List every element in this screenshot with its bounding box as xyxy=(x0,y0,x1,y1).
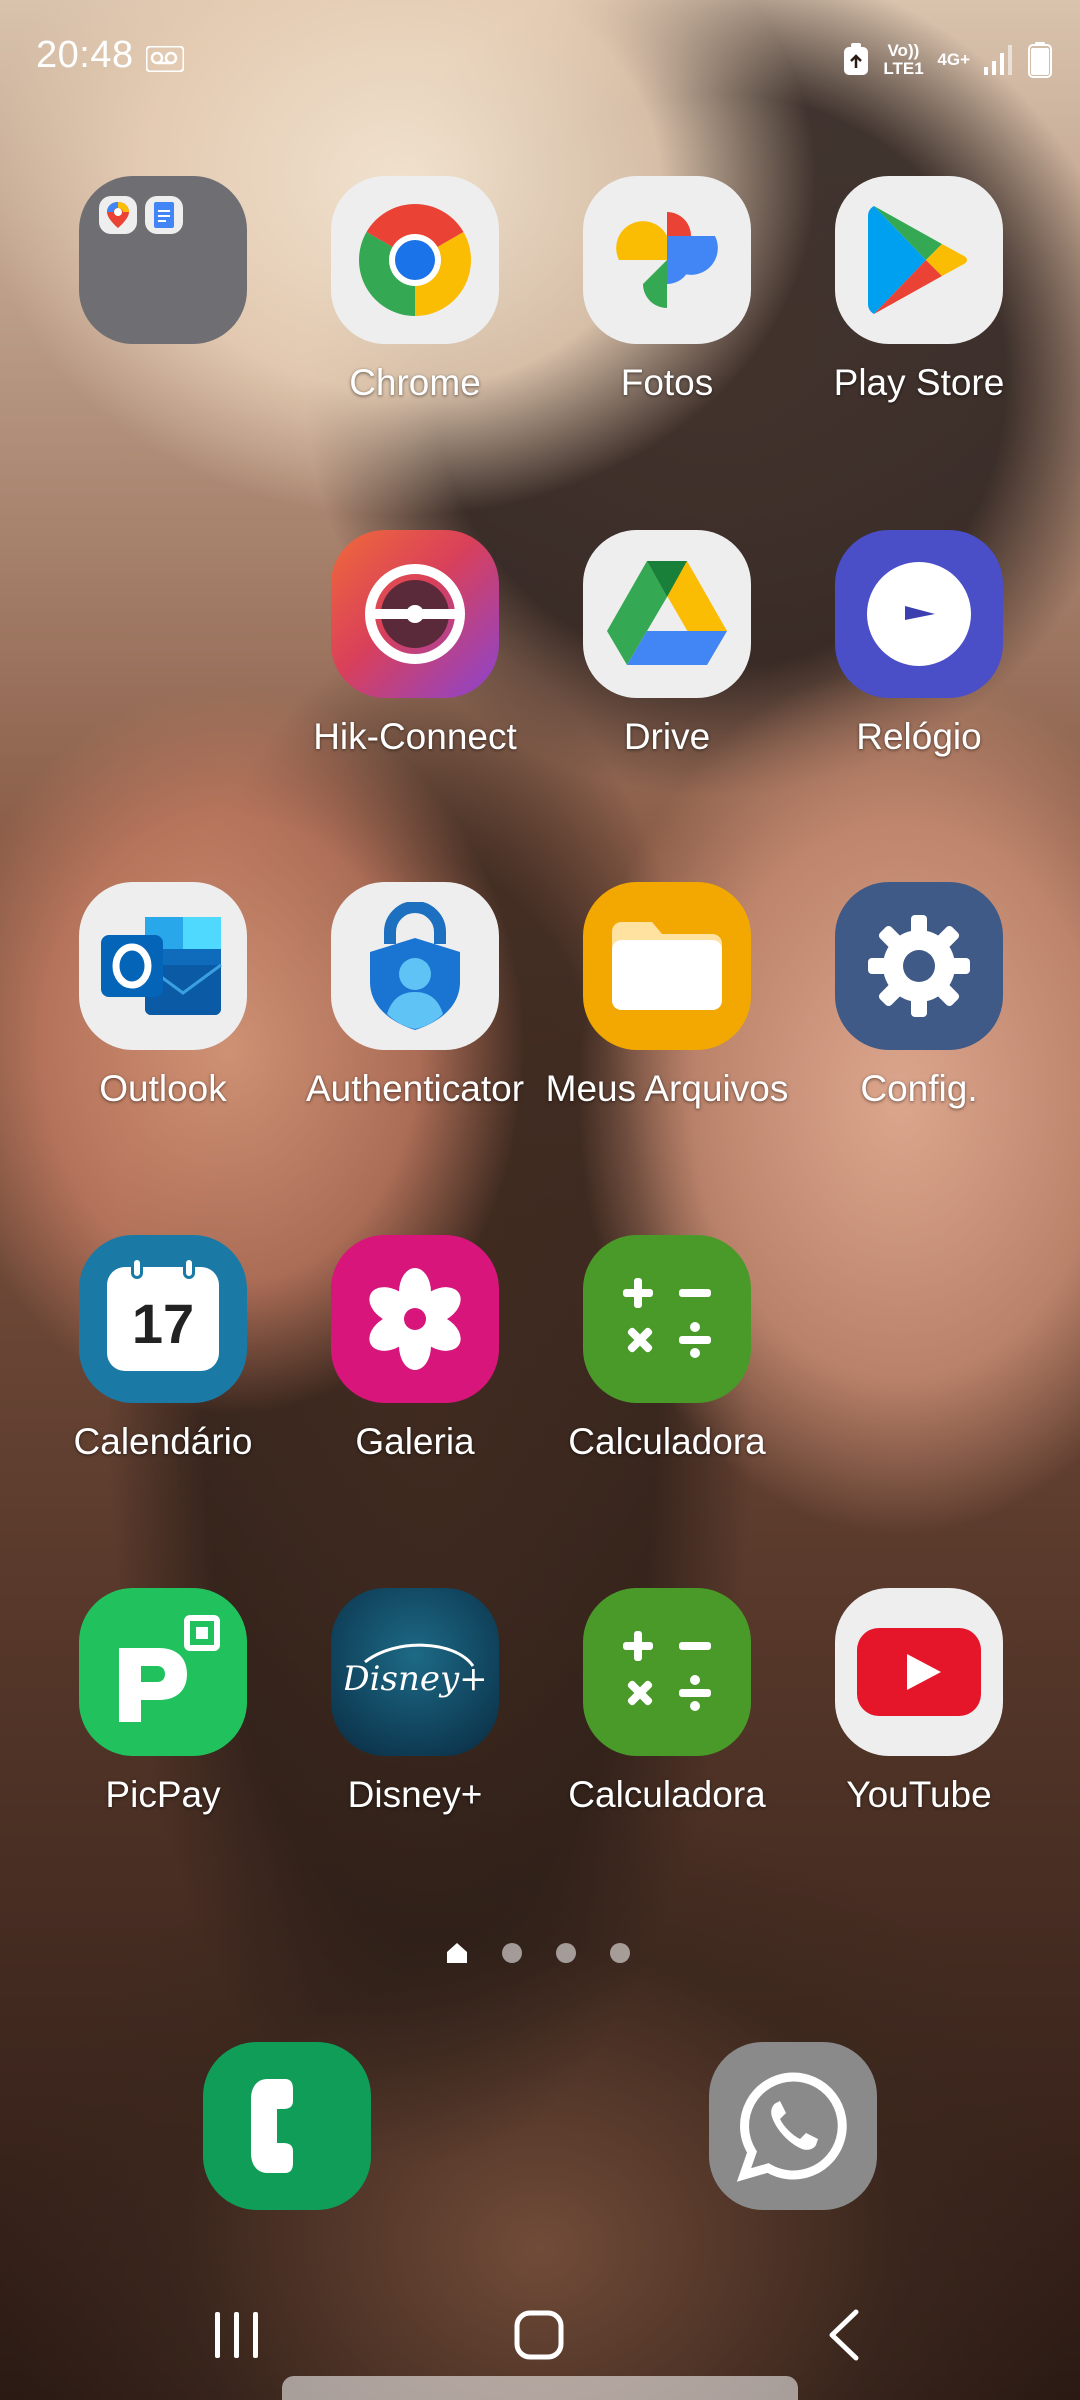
app-drive[interactable]: Drive xyxy=(541,530,793,790)
photos-pinwheel-icon[interactable] xyxy=(583,176,751,344)
app-label: Config. xyxy=(860,1068,978,1109)
app-label: Hik-Connect xyxy=(313,716,517,757)
status-time: 20:48 xyxy=(36,34,134,76)
app-outlook[interactable]: Outlook xyxy=(37,882,289,1142)
calendar-icon[interactable]: 17 xyxy=(79,1235,247,1403)
picpay-icon[interactable] xyxy=(79,1588,247,1756)
signal-icon xyxy=(984,45,1012,75)
home-button[interactable] xyxy=(504,2300,574,2370)
app-chrome[interactable]: Chrome xyxy=(289,176,541,436)
data-saver-icon xyxy=(844,43,869,75)
gear-icon[interactable] xyxy=(835,882,1003,1050)
phone-icon[interactable] xyxy=(203,2042,371,2210)
app-label: Meus Arquivos xyxy=(545,1068,789,1109)
app-label: Relógio xyxy=(856,716,982,757)
app-folder[interactable] xyxy=(37,176,289,436)
disney-plus-icon[interactable]: Disney+ xyxy=(331,1588,499,1756)
calculator-icon[interactable] xyxy=(583,1235,751,1403)
app-label: Authenticator xyxy=(305,1068,525,1109)
app-label: Galeria xyxy=(355,1421,475,1462)
app-authenticator[interactable]: Authenticator xyxy=(289,882,541,1142)
app-calendario[interactable]: 17 Calendário xyxy=(37,1235,289,1495)
outlook-icon[interactable] xyxy=(79,882,247,1050)
maps-mini-icon xyxy=(99,196,137,234)
folder-icon[interactable] xyxy=(79,176,247,344)
app-galeria[interactable]: Galeria xyxy=(289,1235,541,1495)
clock-icon[interactable] xyxy=(835,530,1003,698)
status-bar: 20:48 Vo)) LTE1 4G+ xyxy=(0,0,1080,120)
app-label: Disney+ xyxy=(347,1774,483,1815)
page-dot[interactable] xyxy=(556,1943,576,1963)
app-label: PicPay xyxy=(105,1774,221,1815)
back-icon xyxy=(829,2309,859,2361)
app-relogio[interactable]: Relógio xyxy=(793,530,1045,790)
app-playstore[interactable]: Play Store xyxy=(793,176,1045,436)
folder-files-icon[interactable] xyxy=(583,882,751,1050)
navigation-bar xyxy=(0,2270,1080,2380)
app-label: Drive xyxy=(623,716,711,757)
app-label: Fotos xyxy=(620,362,714,403)
chrome-icon[interactable] xyxy=(331,176,499,344)
gallery-flower-icon[interactable] xyxy=(331,1235,499,1403)
authenticator-icon[interactable] xyxy=(331,882,499,1050)
app-meus-arquivos[interactable]: Meus Arquivos xyxy=(541,882,793,1142)
recents-icon xyxy=(215,2312,258,2358)
whatsapp-icon[interactable] xyxy=(709,2042,877,2210)
hik-connect-icon[interactable] xyxy=(331,530,499,698)
home-page-icon xyxy=(447,1943,467,1963)
app-label: Calendário xyxy=(73,1421,253,1462)
network-4g-label: 4G+ xyxy=(937,50,970,69)
app-label: Play Store xyxy=(833,362,1005,403)
gesture-handle[interactable] xyxy=(282,2376,798,2400)
back-button[interactable] xyxy=(808,2300,878,2370)
network-lte-label: Vo)) LTE1 xyxy=(883,41,924,78)
app-calculadora-2[interactable]: Calculadora xyxy=(541,1588,793,1848)
app-youtube[interactable]: YouTube xyxy=(793,1588,1045,1848)
app-hik-connect[interactable]: Hik-Connect xyxy=(289,530,541,790)
app-picpay[interactable]: PicPay xyxy=(37,1588,289,1848)
app-label: Chrome xyxy=(349,362,481,403)
recents-button[interactable] xyxy=(202,2300,272,2370)
calendar-page: 17 xyxy=(107,1257,219,1371)
app-label: Calculadora xyxy=(568,1774,766,1815)
calendar-date: 17 xyxy=(131,1291,195,1355)
app-disney[interactable]: Disney+ Disney+ xyxy=(289,1588,541,1848)
app-fotos[interactable]: Fotos xyxy=(541,176,793,436)
app-label: Outlook xyxy=(99,1068,227,1109)
page-dot[interactable] xyxy=(610,1943,630,1963)
drive-icon[interactable] xyxy=(583,530,751,698)
app-config[interactable]: Config. xyxy=(793,882,1045,1142)
app-label: YouTube xyxy=(846,1774,992,1815)
home-icon xyxy=(514,2310,564,2360)
play-store-icon[interactable] xyxy=(835,176,1003,344)
battery-icon xyxy=(1028,42,1052,78)
app-label: Calculadora xyxy=(568,1421,766,1462)
youtube-icon[interactable] xyxy=(835,1588,1003,1756)
calculator-icon[interactable] xyxy=(583,1588,751,1756)
page-dot[interactable] xyxy=(502,1943,522,1963)
page-indicator[interactable] xyxy=(446,1938,636,1968)
disney-logo-text: Disney+ xyxy=(345,1659,485,1699)
voicemail-icon xyxy=(146,46,184,72)
app-calculadora[interactable]: Calculadora xyxy=(541,1235,793,1495)
docs-mini-icon xyxy=(145,196,183,234)
